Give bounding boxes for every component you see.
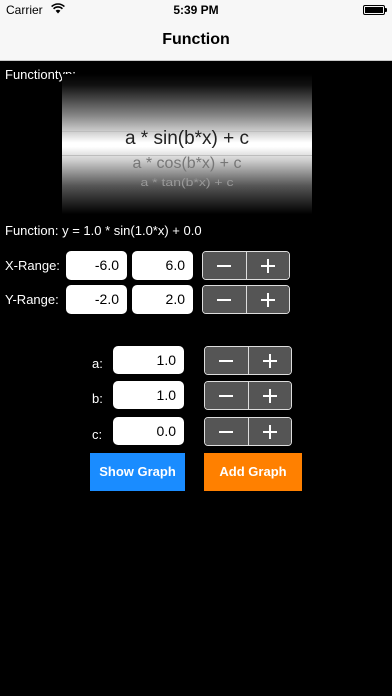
- param-c-stepper[interactable]: [204, 417, 292, 446]
- picker-selected-option[interactable]: a * sin(b*x) + c: [62, 128, 312, 150]
- minus-icon: [219, 430, 234, 433]
- x-range-decrement-button[interactable]: [203, 252, 246, 279]
- show-graph-button[interactable]: Show Graph: [90, 453, 185, 491]
- param-b-label: b:: [92, 391, 103, 406]
- picker-option[interactable]: a * tan(b*x) + c: [62, 176, 312, 189]
- plus-icon: [260, 292, 275, 307]
- y-range-increment-button[interactable]: [245, 286, 289, 313]
- plus-icon: [260, 258, 275, 273]
- minus-icon: [219, 394, 234, 397]
- picker-option[interactable]: a * cos(b*x) + c: [62, 155, 312, 173]
- function-label: Function:: [5, 223, 59, 238]
- y-range-stepper[interactable]: [202, 285, 290, 314]
- x-range-min-field[interactable]: -6.0: [66, 251, 127, 280]
- function-type-picker[interactable]: a * sin(b*x) + c a * cos(b*x) + c a * ta…: [62, 74, 312, 214]
- minus-icon: [217, 298, 232, 301]
- minus-icon: [217, 264, 232, 267]
- param-b-stepper[interactable]: [204, 381, 292, 410]
- param-b-increment-button[interactable]: [247, 382, 291, 409]
- y-range-min-field[interactable]: -2.0: [66, 285, 127, 314]
- plus-icon: [262, 353, 277, 368]
- param-a-increment-button[interactable]: [247, 347, 291, 374]
- param-a-field[interactable]: 1.0: [113, 346, 184, 374]
- status-bar: Carrier 5:39 PM: [0, 0, 392, 20]
- y-range-label: Y-Range:: [5, 292, 59, 307]
- minus-icon: [219, 359, 234, 362]
- param-c-label: c:: [92, 427, 103, 442]
- add-graph-button[interactable]: Add Graph: [204, 453, 302, 491]
- param-c-decrement-button[interactable]: [205, 418, 248, 445]
- page-title: Function: [162, 31, 230, 48]
- param-b-decrement-button[interactable]: [205, 382, 248, 409]
- x-range-label: X-Range:: [5, 258, 60, 273]
- x-range-stepper[interactable]: [202, 251, 290, 280]
- param-a-stepper[interactable]: [204, 346, 292, 375]
- y-range-max-field[interactable]: 2.0: [132, 285, 193, 314]
- param-c-increment-button[interactable]: [247, 418, 291, 445]
- param-a-label: a:: [92, 356, 103, 371]
- plus-icon: [262, 388, 277, 403]
- plus-icon: [262, 424, 277, 439]
- battery-icon: [363, 5, 387, 15]
- param-b-field[interactable]: 1.0: [113, 381, 184, 409]
- function-expression: y = 1.0 * sin(1.0*x) + 0.0: [62, 223, 202, 238]
- x-range-max-field[interactable]: 6.0: [132, 251, 193, 280]
- y-range-decrement-button[interactable]: [203, 286, 246, 313]
- navigation-bar: Function: [0, 20, 392, 61]
- param-c-field[interactable]: 0.0: [113, 417, 184, 445]
- clock: 5:39 PM: [173, 3, 219, 17]
- param-a-decrement-button[interactable]: [205, 347, 248, 374]
- x-range-increment-button[interactable]: [245, 252, 289, 279]
